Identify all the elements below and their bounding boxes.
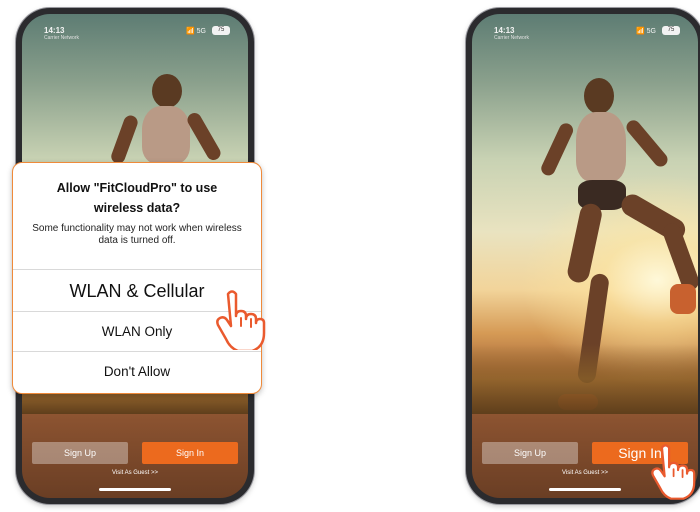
- home-indicator: [549, 488, 621, 491]
- signal-icon: 📶 5G: [186, 28, 206, 35]
- auth-buttons: Sign Up Sign In: [32, 442, 238, 464]
- hand-pointer-icon: [651, 444, 696, 500]
- hand-pointer-icon: [216, 290, 266, 350]
- guest-link[interactable]: Visit As Guest >>: [22, 470, 248, 476]
- status-time: 14:13: [494, 26, 515, 35]
- status-carrier: Carrier Network: [494, 35, 530, 41]
- status-bar: 14:13 Carrier Network 📶 5G 75: [494, 26, 680, 41]
- option-dont-allow[interactable]: Don't Allow: [13, 351, 261, 392]
- status-bar: 14:13 Carrier Network 📶 5G 75: [44, 26, 230, 41]
- sign-in-button[interactable]: Sign In: [142, 442, 238, 464]
- screen-right: 14:13 Carrier Network 📶 5G 75 Sign Up Si…: [472, 14, 698, 498]
- background-grass: [472, 344, 698, 414]
- signal-icon: 📶 5G: [636, 28, 656, 35]
- status-carrier: Carrier Network: [44, 35, 80, 41]
- dialog-message: Some functionality may not work when wir…: [32, 223, 242, 246]
- sign-up-button[interactable]: Sign Up: [32, 442, 128, 464]
- dialog-title-line2: wireless data?: [93, 201, 181, 215]
- home-indicator: [99, 488, 171, 491]
- battery-icon: 75: [212, 26, 230, 35]
- battery-icon: 75: [662, 26, 680, 35]
- status-time: 14:13: [44, 26, 65, 35]
- phone-right: 14:13 Carrier Network 📶 5G 75 Sign Up Si…: [466, 8, 700, 504]
- permission-dialog: Allow "FitCloudPro" to use wireless data…: [12, 162, 262, 394]
- sign-up-button[interactable]: Sign Up: [482, 442, 578, 464]
- dialog-title-line1: Allow "FitCloudPro" to use: [56, 181, 218, 195]
